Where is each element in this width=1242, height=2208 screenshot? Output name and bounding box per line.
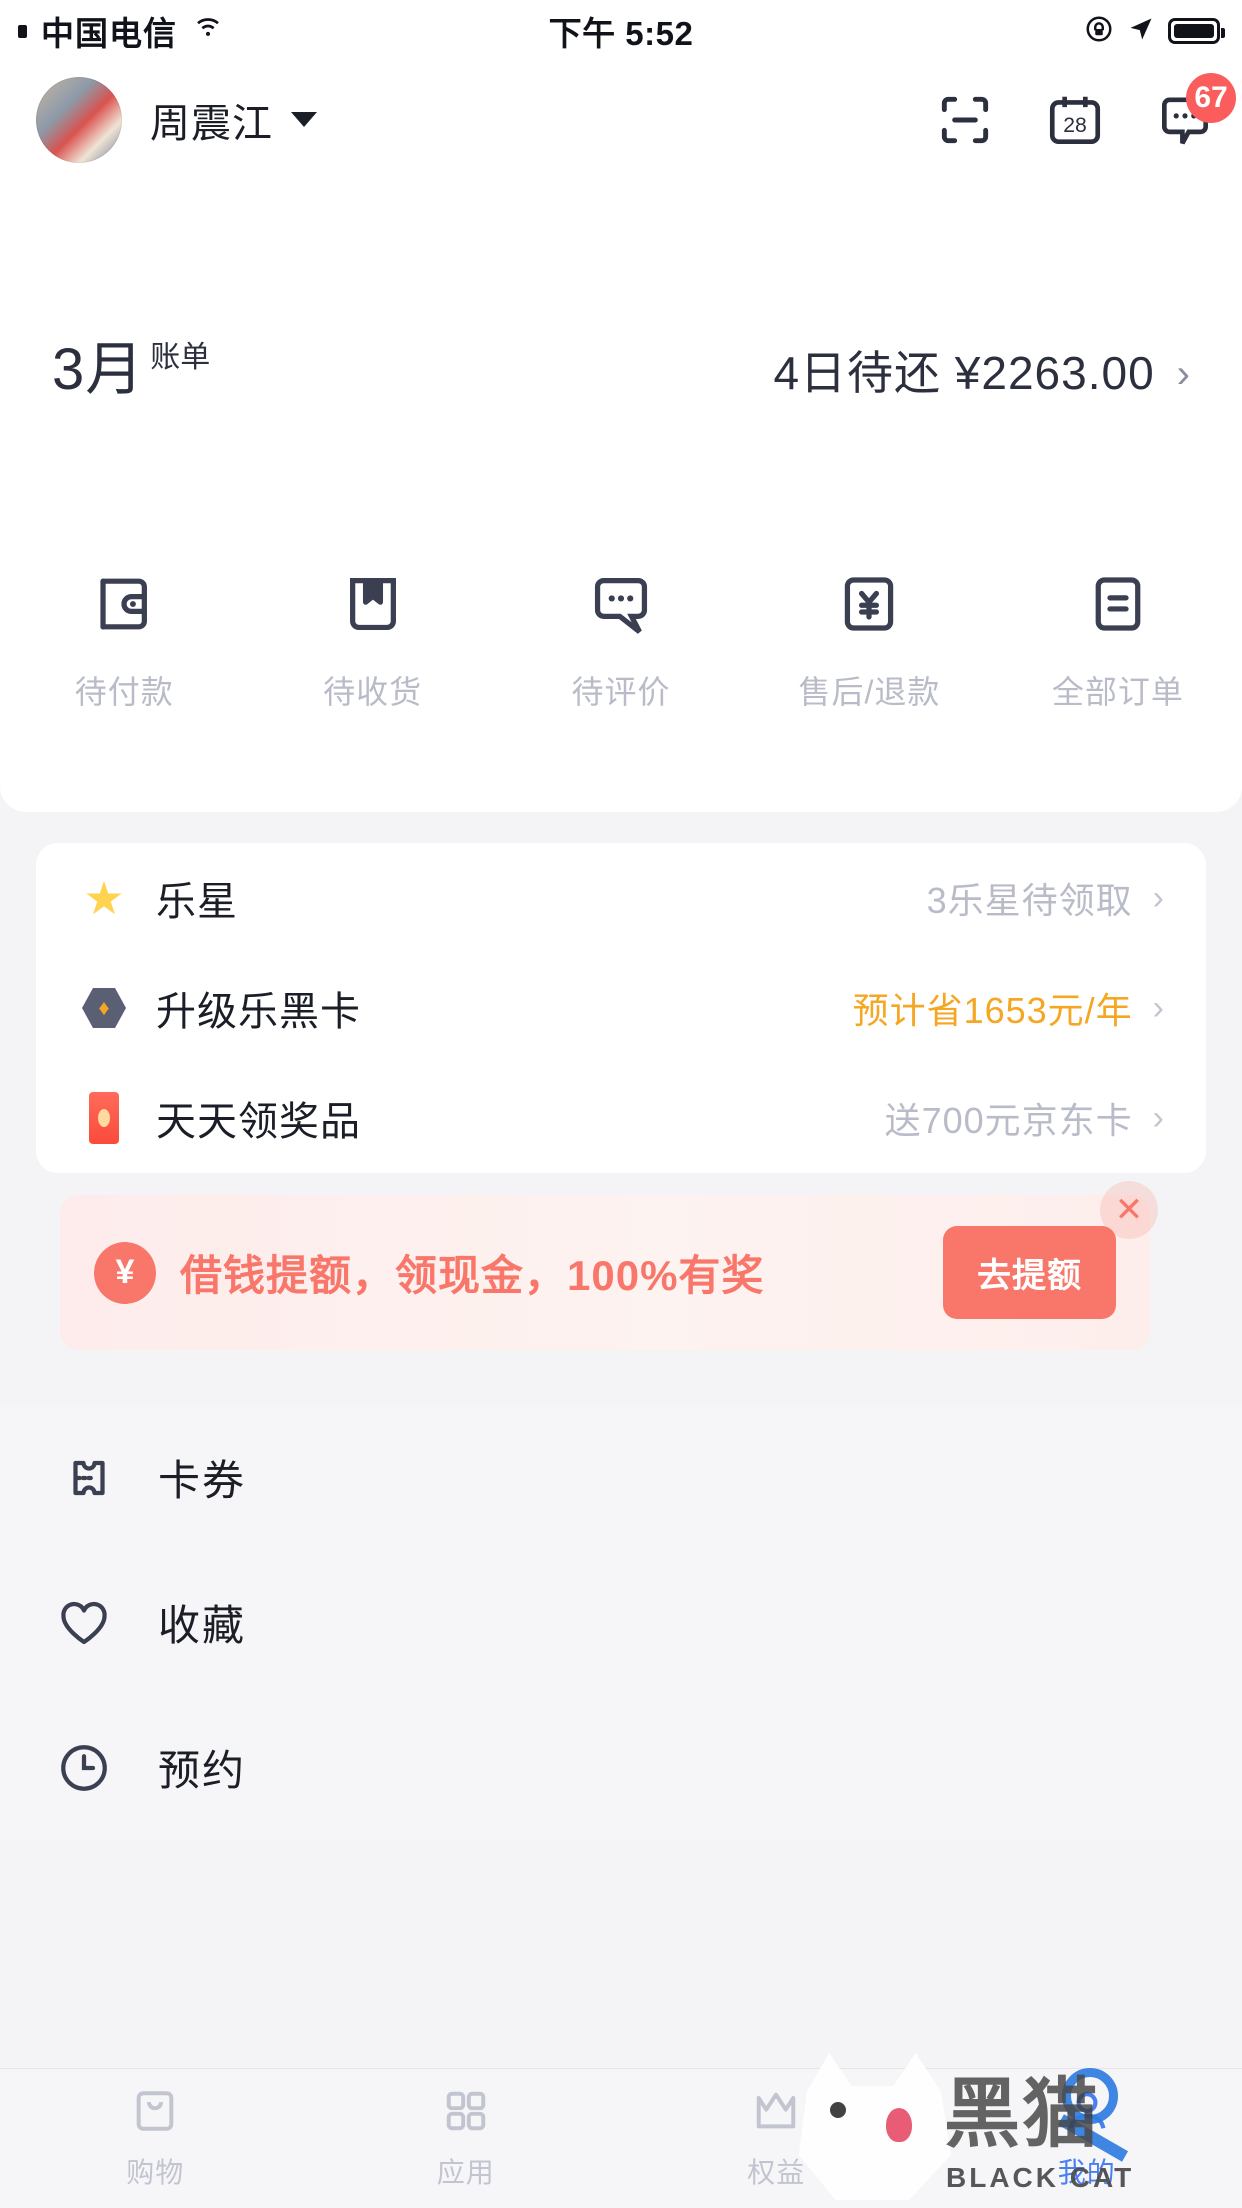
benefit-label: 天天领奖品: [156, 1100, 361, 1144]
status-bar-right: [822, 14, 1242, 49]
order-status-pending-review[interactable]: 待评价: [497, 567, 745, 713]
svg-text:28: 28: [1063, 113, 1087, 136]
benefits-card: ★ 乐星 3乐星待领取 › ♦ 升级乐黑卡 预计省1653元/年 › 天天领奖品…: [36, 843, 1206, 1173]
wifi-icon: [191, 12, 225, 50]
benefit-value: 预计省1653元/年: [852, 990, 1133, 1031]
apps-grid-icon: [438, 2083, 494, 2139]
message-badge: 67: [1186, 72, 1236, 123]
chevron-right-icon: ›: [1152, 878, 1164, 917]
chevron-right-icon: ›: [1176, 352, 1190, 396]
tab-benefits[interactable]: 权益: [621, 2083, 932, 2191]
order-status-refund[interactable]: 售后/退款: [745, 567, 993, 713]
crown-icon: [748, 2083, 804, 2139]
tab-apps[interactable]: 应用: [311, 2083, 622, 2191]
benefit-row-black-card[interactable]: ♦ 升级乐黑卡 预计省1653元/年 ›: [36, 953, 1206, 1063]
app-screen: 中国电信 下午 5:52 周震江 28 67 3月 账单 4日待还 ¥2263.…: [0, 0, 1242, 2208]
status-bar-left: 中国电信: [0, 7, 420, 55]
clock-label: 下午 5:52: [548, 15, 694, 52]
promo-banner[interactable]: ¥ 借钱提额，领现金，100%有奖 去提额 ✕: [60, 1181, 1158, 1350]
recording-dot-icon: [18, 24, 27, 38]
comment-icon: [584, 567, 658, 641]
shopping-bag-icon: [127, 2083, 183, 2139]
bill-label: 账单: [150, 341, 211, 374]
list-icon: [1081, 567, 1155, 641]
menu-item-label: 卡券: [158, 1457, 247, 1504]
location-arrow-icon: [1127, 15, 1155, 48]
yuan-coin-icon: ¥: [94, 1241, 156, 1304]
star-icon: ★: [83, 872, 125, 924]
benefit-row-lexing[interactable]: ★ 乐星 3乐星待领取 ›: [36, 843, 1206, 953]
header-icon-group: 28 67: [934, 72, 1236, 151]
menu-list: 卡券 收藏 预约: [0, 1405, 1242, 1840]
username-label[interactable]: 周震江: [150, 91, 273, 149]
carrier-label: 中国电信: [41, 15, 177, 52]
scan-icon[interactable]: [934, 89, 996, 151]
heart-icon: [52, 1591, 116, 1655]
tab-shopping[interactable]: 购物: [0, 2083, 311, 2191]
tab-label: 我的: [1057, 2157, 1116, 2188]
order-status-label: 待收货: [323, 674, 423, 710]
benefit-label: 乐星: [156, 880, 238, 924]
benefit-row-daily-prize[interactable]: 天天领奖品 送700元京东卡 ›: [36, 1063, 1206, 1173]
wallet-icon: [87, 567, 161, 641]
tab-label: 权益: [747, 2157, 806, 2188]
tab-label: 应用: [436, 2157, 495, 2188]
top-card: 3月 账单 4日待还 ¥2263.00 › 待付款 待收货 待评价 售后/退款 …: [0, 177, 1242, 812]
caret-down-icon[interactable]: [291, 112, 317, 127]
order-status-label: 待付款: [74, 674, 174, 710]
tab-profile[interactable]: 我的: [932, 2083, 1242, 2191]
promo-text: 借钱提额，领现金，100%有奖: [180, 1252, 765, 1299]
tab-label: 购物: [126, 2157, 185, 2188]
bottom-tab-bar: 购物 应用 权益 我的: [0, 2068, 1242, 2208]
app-header: 周震江 28 67: [0, 62, 1242, 177]
menu-item-coupons[interactable]: 卡券: [0, 1405, 1242, 1550]
chevron-right-icon: ›: [1152, 988, 1164, 1027]
order-status-pending-receipt[interactable]: 待收货: [248, 567, 496, 713]
redtag-icon: [78, 1092, 130, 1144]
bill-month-label: 3月: [52, 337, 145, 402]
order-status-pending-payment[interactable]: 待付款: [0, 567, 248, 713]
status-bar: 中国电信 下午 5:52: [0, 0, 1242, 62]
message-icon[interactable]: 67: [1154, 72, 1236, 151]
order-status-label: 待评价: [571, 674, 671, 710]
clock-icon: [52, 1736, 116, 1800]
order-status-label: 全部订单: [1051, 674, 1184, 710]
rotation-lock-icon: [1084, 14, 1114, 49]
profile-icon: [1059, 2083, 1115, 2139]
benefit-label: 升级乐黑卡: [156, 990, 361, 1034]
menu-item-label: 预约: [158, 1747, 247, 1794]
benefit-value: 3乐星待领取: [926, 880, 1133, 921]
order-status-group: 待付款 待收货 待评价 售后/退款 全部订单: [0, 567, 1242, 713]
calendar-icon[interactable]: 28: [1044, 89, 1106, 151]
chevron-right-icon: ›: [1152, 1098, 1164, 1137]
close-icon[interactable]: ✕: [1100, 1181, 1158, 1239]
promo-action-button[interactable]: 去提额: [943, 1226, 1116, 1319]
menu-item-label: 收藏: [158, 1602, 247, 1649]
order-status-all-orders[interactable]: 全部订单: [994, 567, 1242, 713]
avatar[interactable]: [36, 76, 122, 163]
menu-item-appointments[interactable]: 预约: [0, 1695, 1242, 1840]
menu-item-favorites[interactable]: 收藏: [0, 1550, 1242, 1695]
battery-full-icon: [1168, 18, 1225, 44]
order-status-label: 售后/退款: [798, 674, 941, 710]
bill-due-label: 4日待还 ¥2263.00: [773, 347, 1155, 399]
ticket-icon: [52, 1446, 116, 1510]
bill-row[interactable]: 3月 账单 4日待还 ¥2263.00 ›: [0, 322, 1242, 422]
refund-icon: [832, 567, 906, 641]
package-icon: [336, 567, 410, 641]
benefit-value: 送700元京东卡: [884, 1100, 1133, 1141]
gem-icon: ♦: [78, 982, 130, 1034]
